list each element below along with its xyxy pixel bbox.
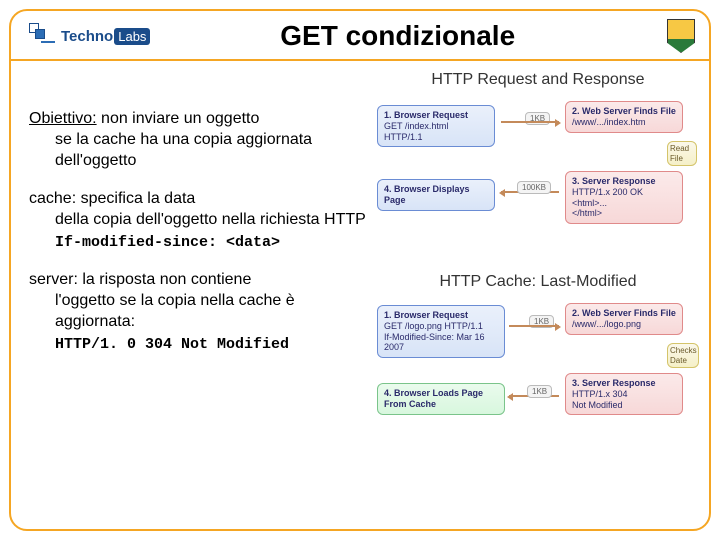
arrow-icon	[509, 325, 559, 327]
paragraph-obiettivo: Obiettivo: non inviare un oggetto se la …	[29, 109, 369, 171]
box-server-finds: 2. Web Server Finds File /www/.../logo.p…	[565, 303, 683, 335]
box-title: 2. Web Server Finds File	[572, 106, 676, 117]
slide-content: Obiettivo: non inviare un oggetto se la …	[11, 61, 709, 479]
code-line: HTTP/1. 0 304 Not Modified	[29, 335, 369, 355]
crest-icon	[667, 19, 695, 53]
lead: cache:	[29, 190, 76, 207]
box-title: 2. Web Server Finds File	[572, 308, 676, 319]
box-server-finds: 2. Web Server Finds File /www/.../index.…	[565, 101, 683, 133]
diagram-column: HTTP Request and Response 1. Browser Req…	[377, 71, 699, 469]
corner-dot	[9, 524, 16, 531]
paragraph-server: server: la risposta non contiene l'ogget…	[29, 270, 369, 354]
box-sub: HTTP/1.x 200 OK <html>... </html>	[572, 187, 643, 219]
size-label: 100KB	[517, 181, 551, 194]
box-sub: GET /index.html HTTP/1.1	[384, 121, 448, 142]
box-sub: /www/.../logo.png	[572, 319, 641, 329]
arrow-icon	[501, 121, 559, 123]
logo-mark	[25, 23, 59, 49]
size-label: 1KB	[525, 112, 550, 125]
paragraph-cache: cache: specifica la data della copia del…	[29, 189, 369, 252]
box-server-response: 3. Server Response HTTP/1.x 200 OK <html…	[565, 171, 683, 224]
size-label: 1KB	[527, 385, 552, 398]
box-read-file: Read File	[667, 141, 697, 166]
text: la risposta non contiene	[78, 271, 251, 288]
box-title: 1. Browser Request	[384, 310, 498, 321]
code-line: If-modified-since: <data>	[29, 233, 369, 253]
text: non inviare un oggetto	[97, 110, 260, 127]
indent-text: l'oggetto se la copia nella cache è aggi…	[29, 291, 369, 333]
text-column: Obiettivo: non inviare un oggetto se la …	[29, 71, 369, 469]
box-title: 3. Server Response	[572, 378, 676, 389]
box-sub: /www/.../index.htm	[572, 117, 646, 127]
box-title: 4. Browser Displays Page	[384, 184, 488, 206]
corner-dot	[704, 524, 711, 531]
slide-frame: TechnoLabs GET condizionale Obiettivo: n…	[9, 9, 711, 531]
text: specifica la data	[76, 190, 195, 207]
indent-text: se la cache ha una copia aggiornata dell…	[29, 130, 369, 172]
box-browser-loads-cache: 4. Browser Loads Page From Cache	[377, 383, 505, 415]
logo-text: Techno	[61, 28, 113, 45]
corner-dot	[704, 9, 711, 16]
lead: server:	[29, 271, 78, 288]
box-title: 3. Server Response	[572, 176, 676, 187]
box-sub: HTTP/1.x 304 Not Modified	[572, 389, 628, 410]
diagram-http-cache: 1. Browser Request GET /logo.png HTTP/1.…	[377, 299, 687, 469]
box-sub: GET /logo.png HTTP/1.1 If-Modified-Since…	[384, 321, 485, 353]
box-checks-date: Checks Date	[667, 343, 699, 368]
box-browser-request: 1. Browser Request GET /logo.png HTTP/1.…	[377, 305, 505, 358]
indent-text: della copia dell'oggetto nella richiesta…	[29, 210, 369, 231]
slide-header: TechnoLabs GET condizionale	[11, 11, 709, 61]
slide-title: GET condizionale	[128, 20, 667, 52]
diagram2-title: HTTP Cache: Last-Modified	[377, 273, 699, 291]
box-title: 4. Browser Loads Page From Cache	[384, 388, 498, 410]
diagram-http-request: 1. Browser Request GET /index.html HTTP/…	[377, 97, 687, 267]
box-browser-request: 1. Browser Request GET /index.html HTTP/…	[377, 105, 495, 147]
box-browser-displays: 4. Browser Displays Page	[377, 179, 495, 211]
diagram1-title: HTTP Request and Response	[377, 71, 699, 89]
box-server-response: 3. Server Response HTTP/1.x 304 Not Modi…	[565, 373, 683, 415]
box-title: 1. Browser Request	[384, 110, 488, 121]
lead: Obiettivo:	[29, 110, 97, 127]
